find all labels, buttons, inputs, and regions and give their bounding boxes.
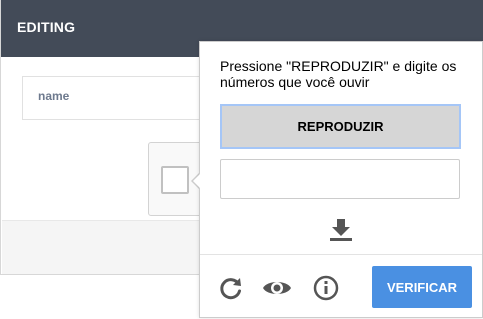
info-icon[interactable] (313, 275, 339, 301)
download-icon[interactable] (328, 217, 354, 243)
popup-pointer-fill (193, 173, 201, 189)
challenge-instructions: Pressione "REPRODUZIR" e digite os númer… (220, 58, 457, 90)
panel-title: EDITING (17, 19, 76, 35)
verify-button[interactable]: VERIFICAR (372, 266, 472, 308)
name-field-label: name (38, 89, 70, 103)
play-audio-button[interactable]: REPRODUZIR (220, 104, 461, 149)
captcha-checkbox[interactable] (161, 166, 189, 194)
name-field[interactable]: name (22, 76, 222, 120)
challenge-footer: VERIFICAR (200, 254, 482, 318)
audio-response-input[interactable] (220, 159, 460, 199)
audio-challenge-popup: Pressione "REPRODUZIR" e digite os númer… (199, 41, 483, 318)
reload-icon[interactable] (218, 275, 244, 301)
eye-icon[interactable] (262, 275, 292, 301)
